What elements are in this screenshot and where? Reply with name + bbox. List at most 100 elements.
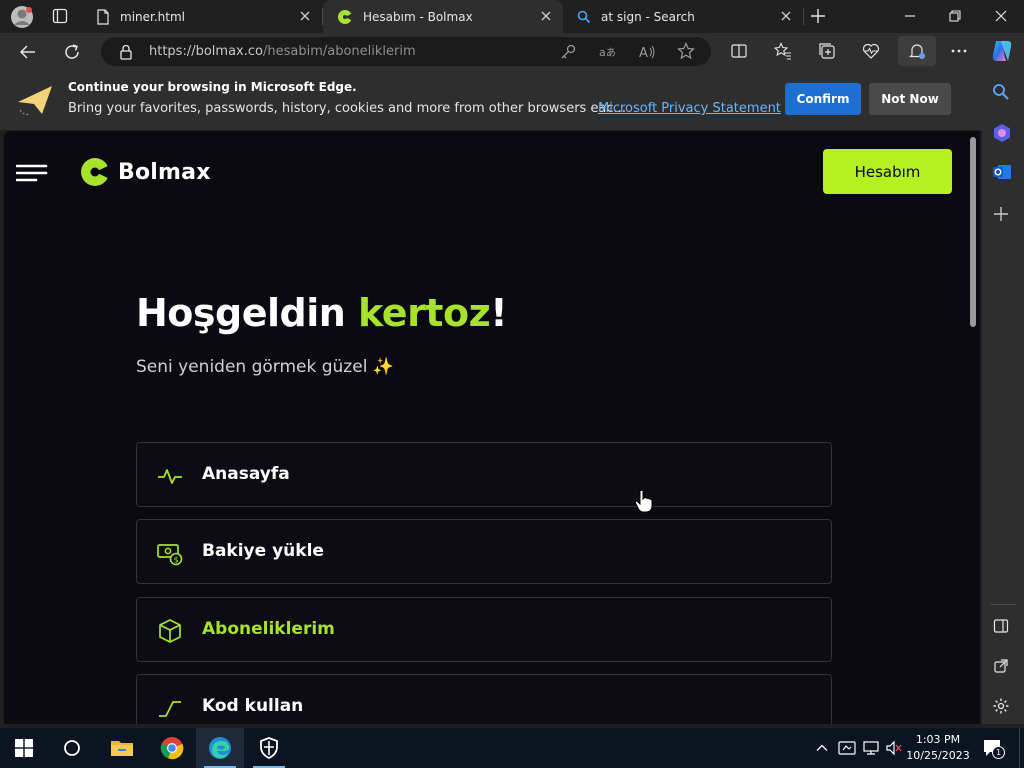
- sidebar-settings-icon[interactable]: [992, 697, 1010, 715]
- collections-icon[interactable]: [818, 42, 836, 60]
- cortana-search-button[interactable]: [48, 728, 96, 768]
- address-bar[interactable]: https://bolmax.co/hesabim/aboneliklerim …: [101, 37, 711, 66]
- menu-item-anasayfa[interactable]: Anasayfa: [136, 442, 832, 507]
- tab-miner[interactable]: miner.html: [82, 0, 322, 33]
- notifications-button[interactable]: [898, 36, 936, 66]
- username: kertoz: [358, 291, 491, 335]
- bolmax-logo-icon: [80, 157, 110, 187]
- windows-taskbar: 1:03 PM 10/25/2023 1: [0, 728, 1024, 768]
- restore-icon[interactable]: [947, 8, 963, 24]
- sidebar-outlook-icon[interactable]: [992, 162, 1012, 182]
- translate-icon[interactable]: aあ: [598, 43, 616, 61]
- folder-icon: [110, 738, 134, 758]
- svg-text:A: A: [639, 46, 648, 61]
- new-tab-icon[interactable]: [810, 8, 826, 24]
- start-button[interactable]: [0, 728, 48, 768]
- key-icon[interactable]: [559, 43, 577, 61]
- tab-actions-icon[interactable]: [52, 8, 68, 24]
- site-logo[interactable]: Bolmax: [80, 157, 211, 187]
- page-viewport: Bolmax Hesabım Hoşgeldin kertoz! Seni ye…: [4, 131, 980, 724]
- hand-cursor-icon: [634, 489, 654, 513]
- chevron-up-icon[interactable]: [815, 741, 829, 755]
- not-now-button[interactable]: Not Now: [869, 83, 951, 115]
- url-text[interactable]: https://bolmax.co/hesabim/aboneliklerim: [149, 44, 416, 59]
- browser-essentials-icon[interactable]: [862, 42, 880, 60]
- menu-item-label: Anasayfa: [202, 464, 290, 484]
- edge-import-infobar: Continue your browsing in Microsoft Edge…: [0, 70, 982, 130]
- favorites-icon[interactable]: [774, 42, 792, 60]
- menu-item-label: Kod kullan: [202, 696, 304, 716]
- hamburger-menu-icon[interactable]: [16, 164, 48, 182]
- bolmax-favicon: [337, 9, 353, 25]
- paper-plane-icon: [14, 80, 56, 120]
- read-aloud-icon[interactable]: A: [638, 43, 656, 61]
- tab-separator: [803, 8, 804, 25]
- tab-title: Hesabım - Bolmax: [363, 9, 473, 24]
- windows-logo-icon: [15, 739, 33, 757]
- show-desktop-button[interactable]: [1019, 728, 1020, 768]
- more-options-icon[interactable]: [950, 42, 968, 60]
- sidebar-add-icon[interactable]: [993, 206, 1009, 222]
- menu-item-label: Bakiye yükle: [202, 541, 324, 561]
- welcome-heading: Hoşgeldin kertoz!: [136, 291, 508, 335]
- infobar-title: Continue your browsing in Microsoft Edge…: [68, 80, 357, 94]
- confirm-button[interactable]: Confirm: [785, 83, 861, 115]
- notification-count-badge: 1: [992, 746, 1005, 759]
- close-tab-icon[interactable]: [539, 9, 553, 23]
- network-icon[interactable]: [862, 740, 880, 756]
- welcome-subtitle: Seni yeniden görmek güzel ✨: [136, 357, 394, 377]
- account-button[interactable]: Hesabım: [823, 149, 952, 194]
- volume-muted-icon[interactable]: [885, 740, 903, 756]
- search-icon: [577, 10, 591, 24]
- page-scrollbar-thumb[interactable]: [970, 137, 976, 327]
- close-window-icon[interactable]: [993, 8, 1009, 24]
- security-button[interactable]: [245, 728, 293, 768]
- close-tab-icon[interactable]: [298, 9, 312, 23]
- menu-item-label: Aboneliklerim: [202, 619, 335, 639]
- browser-toolbar: https://bolmax.co/hesabim/aboneliklerim …: [0, 33, 1024, 70]
- welcome-prefix: Hoşgeldin: [136, 291, 359, 335]
- sidebar-search-icon[interactable]: [992, 83, 1010, 101]
- infobar-text: Bring your favorites, passwords, history…: [68, 101, 626, 116]
- brand-name: Bolmax: [118, 159, 211, 185]
- close-tab-icon[interactable]: [779, 9, 793, 23]
- menu-item-bakiye-yukle[interactable]: $ Bakiye yükle: [136, 519, 832, 584]
- tab-title: miner.html: [120, 9, 185, 24]
- system-clock[interactable]: 1:03 PM 10/25/2023: [906, 732, 970, 764]
- svg-text:あ: あ: [606, 47, 616, 59]
- copilot-icon[interactable]: [989, 38, 1015, 64]
- tab-bolmax[interactable]: Hesabım - Bolmax: [323, 0, 563, 33]
- url-path: /hesabim/aboneliklerim: [262, 44, 416, 59]
- menu-item-aboneliklerim[interactable]: Aboneliklerim: [136, 597, 832, 662]
- minimize-icon[interactable]: [902, 8, 918, 24]
- notification-center-icon[interactable]: 1: [982, 738, 1005, 759]
- menu-item-kod-kullan[interactable]: Kod kullan: [136, 674, 832, 724]
- split-screen-icon[interactable]: [730, 42, 748, 60]
- privacy-statement-link[interactable]: Microsoft Privacy Statement: [598, 101, 781, 116]
- cortana-circle-icon: [63, 739, 81, 757]
- edge-button[interactable]: [196, 728, 244, 768]
- chrome-button[interactable]: [148, 728, 196, 768]
- sidebar-shopping-icon[interactable]: [992, 123, 1012, 143]
- tab-title: at sign - Search: [601, 9, 695, 24]
- file-explorer-button[interactable]: [98, 728, 146, 768]
- code-icon: [156, 694, 184, 722]
- sidebar-panel-icon[interactable]: [993, 618, 1009, 634]
- tab-strip: miner.html Hesabım - Bolmax at sign - Se…: [0, 0, 1024, 33]
- favorite-star-icon[interactable]: [677, 42, 695, 60]
- box-icon: [156, 617, 184, 645]
- tray-app-icon[interactable]: [838, 740, 856, 756]
- url-host: https://bolmax.co: [149, 44, 263, 59]
- clock-date: 10/25/2023: [906, 749, 970, 762]
- profile-avatar[interactable]: [10, 5, 34, 29]
- clock-time: 1:03 PM: [915, 733, 961, 746]
- shield-icon: [259, 737, 279, 759]
- activity-icon: [156, 462, 184, 490]
- refresh-icon[interactable]: [62, 42, 82, 62]
- tab-search[interactable]: at sign - Search: [563, 0, 803, 33]
- file-icon: [96, 8, 110, 25]
- sidebar-external-icon[interactable]: [993, 658, 1009, 674]
- back-icon[interactable]: [18, 42, 38, 62]
- welcome-suffix: !: [490, 291, 508, 335]
- lock-icon[interactable]: [119, 44, 133, 60]
